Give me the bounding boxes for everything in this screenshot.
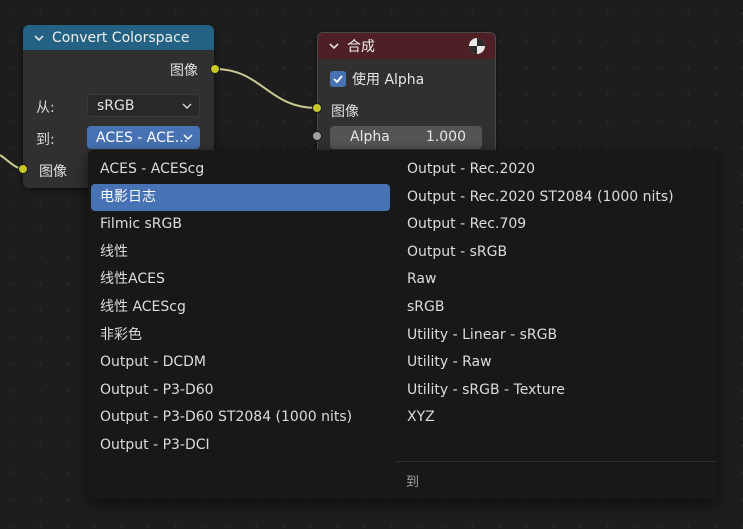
menu-item-selected[interactable]: 电影日志 bbox=[91, 183, 390, 212]
menu-item[interactable]: Output - sRGB bbox=[398, 239, 708, 267]
menu-item[interactable]: Utility - Linear - sRGB bbox=[398, 322, 708, 350]
menu-item[interactable]: 线性ACES bbox=[91, 266, 390, 294]
menu-item[interactable]: Output - Rec.2020 ST2084 (1000 nits) bbox=[398, 184, 708, 212]
colorspace-menu: ACES - ACEScg 电影日志 Filmic sRGB 线性 线性ACES… bbox=[88, 150, 717, 499]
link-image-to-composite[interactable] bbox=[214, 68, 318, 109]
menu-item[interactable]: Utility - Raw bbox=[398, 349, 708, 377]
menu-item[interactable]: Utility - sRGB - Texture bbox=[398, 377, 708, 405]
to-label: 到: bbox=[36, 132, 55, 148]
menu-item[interactable]: 线性 bbox=[91, 239, 390, 267]
menu-item[interactable]: Output - Rec.2020 bbox=[398, 156, 708, 184]
checkbox[interactable] bbox=[330, 71, 346, 87]
node-header[interactable]: 合成 bbox=[318, 33, 495, 59]
menu-title: 到 bbox=[406, 475, 420, 490]
chevron-down-icon bbox=[183, 134, 193, 141]
alpha-label: Alpha bbox=[350, 129, 390, 145]
node-header[interactable]: Convert Colorspace bbox=[23, 25, 214, 50]
chevron-down-icon bbox=[182, 103, 192, 110]
render-icon bbox=[469, 38, 485, 54]
menu-item[interactable]: Output - Rec.709 bbox=[398, 211, 708, 239]
checkmark-icon bbox=[333, 75, 343, 84]
input-image-label: 图像 bbox=[39, 164, 67, 180]
alpha-value: 1.000 bbox=[425, 129, 466, 145]
image-input-socket[interactable] bbox=[312, 103, 322, 113]
menu-separator bbox=[396, 461, 717, 462]
image-input-label: 图像 bbox=[331, 104, 359, 120]
use-alpha-label: 使用 Alpha bbox=[352, 72, 425, 88]
to-colorspace-dropdown[interactable]: ACES - ACE... bbox=[87, 126, 200, 149]
output-image-socket[interactable] bbox=[210, 64, 220, 74]
input-image-socket[interactable] bbox=[18, 164, 28, 174]
menu-item[interactable]: Filmic sRGB bbox=[91, 211, 390, 239]
node-title: Convert Colorspace bbox=[52, 29, 190, 46]
menu-item[interactable]: Output - P3-D60 bbox=[91, 377, 390, 405]
menu-item[interactable]: Raw bbox=[398, 266, 708, 294]
node-title: 合成 bbox=[347, 39, 375, 55]
from-colorspace-dropdown[interactable]: sRGB bbox=[87, 94, 200, 117]
output-image-label: 图像 bbox=[170, 63, 198, 79]
composite-node[interactable]: 合成 使用 Alpha 图像 Alpha 1.000 bbox=[317, 32, 496, 157]
collapse-chevron-icon[interactable] bbox=[32, 31, 46, 45]
menu-item[interactable]: 非彩色 bbox=[91, 322, 390, 350]
menu-column-left: ACES - ACEScg 电影日志 Filmic sRGB 线性 线性ACES… bbox=[91, 156, 390, 460]
menu-item[interactable]: Output - P3-DCI bbox=[91, 432, 390, 460]
to-value: ACES - ACE... bbox=[96, 129, 189, 146]
alpha-input-socket[interactable] bbox=[312, 131, 322, 141]
menu-item[interactable]: ACES - ACEScg bbox=[91, 156, 390, 184]
use-alpha-toggle[interactable]: 使用 Alpha bbox=[330, 69, 424, 89]
menu-item[interactable]: sRGB bbox=[398, 294, 708, 322]
alpha-field[interactable]: Alpha 1.000 bbox=[330, 126, 482, 149]
menu-item[interactable]: 线性 ACEScg bbox=[91, 294, 390, 322]
menu-item[interactable]: XYZ bbox=[398, 404, 708, 432]
from-label: 从: bbox=[36, 100, 55, 116]
menu-item[interactable]: Output - P3-D60 ST2084 (1000 nits) bbox=[91, 404, 390, 432]
collapse-chevron-icon[interactable] bbox=[327, 39, 341, 53]
menu-column-right: Output - Rec.2020 Output - Rec.2020 ST20… bbox=[398, 156, 708, 432]
menu-item[interactable]: Output - DCDM bbox=[91, 349, 390, 377]
from-value: sRGB bbox=[97, 97, 135, 114]
